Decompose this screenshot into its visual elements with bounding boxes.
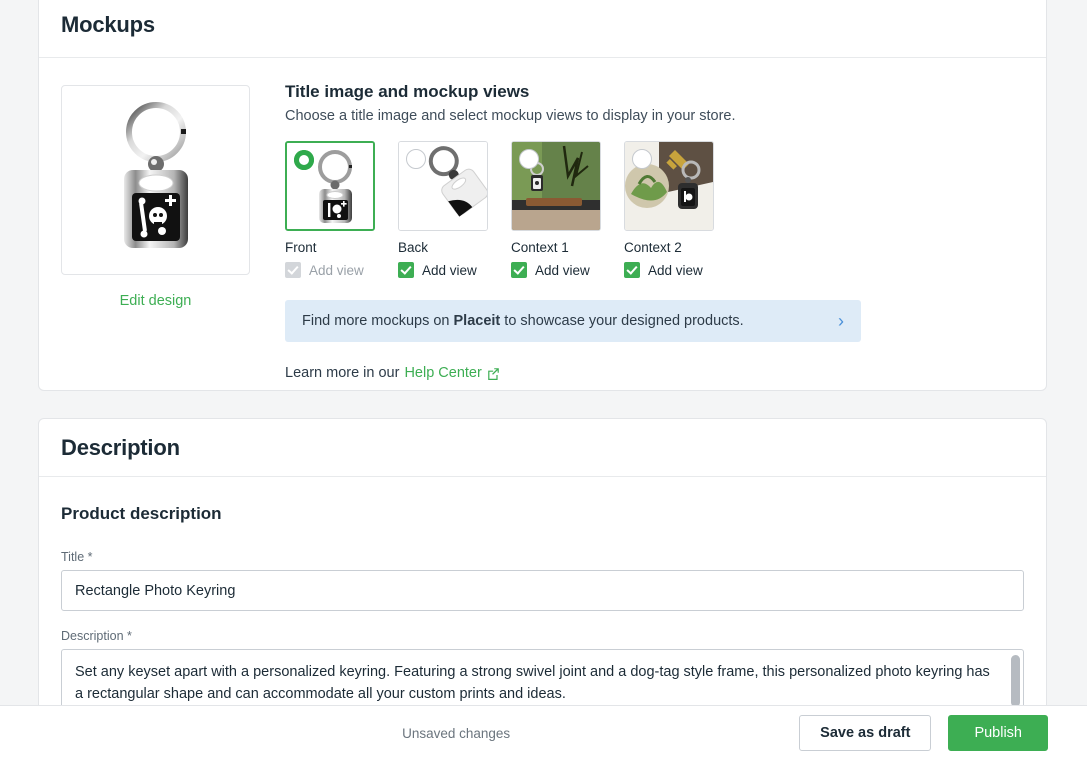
- add-view-checkbox-context-1[interactable]: Add view: [511, 262, 603, 278]
- mockup-views-column: Title image and mockup views Choose a ti…: [250, 80, 1024, 381]
- unsaved-changes-status: Unsaved changes: [402, 725, 511, 741]
- mockup-thumbnail-back-label: Back: [398, 240, 429, 255]
- placeit-brand-name: Placeit: [453, 313, 501, 329]
- description-scrollbar-thumb[interactable]: [1011, 655, 1020, 707]
- add-view-label-back: Add view: [422, 262, 477, 278]
- checkbox-icon-context-2[interactable]: [624, 262, 640, 278]
- design-preview-column: Edit design: [61, 80, 250, 381]
- title-image-radio-context-2[interactable]: [632, 149, 652, 169]
- add-view-checkbox-context-2[interactable]: Add view: [624, 262, 716, 278]
- mockup-thumbnail-front: Front Add view: [285, 141, 377, 278]
- mockup-thumbnail-context-1-image[interactable]: [511, 141, 601, 231]
- chevron-right-icon[interactable]: ›: [838, 312, 844, 330]
- help-center-link[interactable]: Help Center: [404, 365, 481, 381]
- product-editor-page: Mockups Edit design Title image and mock…: [0, 0, 1087, 760]
- placeit-banner-text-before: Find more mockups on: [302, 313, 454, 329]
- mockup-thumbnail-back-image[interactable]: [398, 141, 488, 231]
- product-description-heading: Product description: [61, 504, 222, 523]
- mockup-thumbnail-context-2: Context 2 Add view: [624, 141, 716, 278]
- mockup-thumbnail-context-2-label: Context 2: [624, 240, 682, 255]
- action-footer-bar: Unsaved changes Save as draft Publish: [0, 705, 1087, 760]
- title-image-radio-back[interactable]: [406, 149, 426, 169]
- description-field-label: Description *: [61, 629, 132, 643]
- edit-design-link[interactable]: Edit design: [61, 293, 250, 309]
- title-input[interactable]: [61, 570, 1024, 611]
- mockups-card-header: Mockups: [39, 0, 1046, 58]
- publish-button[interactable]: Publish: [948, 715, 1048, 751]
- external-link-icon[interactable]: [487, 367, 500, 380]
- mockup-thumbnail-back: Back Add view: [398, 141, 490, 278]
- description-card-header: Description: [39, 419, 1046, 477]
- checkbox-icon-context-1[interactable]: [511, 262, 527, 278]
- mockup-views-heading: Title image and mockup views: [285, 82, 530, 101]
- add-view-label-context-2: Add view: [648, 262, 703, 278]
- title-image-radio-front[interactable]: [294, 150, 314, 170]
- keyring-design-image: [123, 101, 188, 248]
- mockup-thumbnail-list: Front Add view Back Add view Context 1 A…: [285, 141, 1024, 278]
- title-image-radio-context-1[interactable]: [519, 149, 539, 169]
- checkbox-icon-front: [285, 262, 301, 278]
- page-title: Mockups: [61, 11, 155, 37]
- placeit-banner[interactable]: Find more mockups on Placeit to showcase…: [285, 300, 861, 342]
- mockup-thumbnail-front-image[interactable]: [285, 141, 375, 231]
- mockups-card-body: Edit design Title image and mockup views…: [39, 58, 1046, 403]
- mockups-card: Mockups Edit design Title image and mock…: [38, 0, 1047, 391]
- checkbox-icon-back[interactable]: [398, 262, 414, 278]
- mockup-thumbnail-context-1: Context 1 Add view: [511, 141, 603, 278]
- placeit-banner-text-after: to showcase your designed products.: [500, 313, 744, 329]
- mockup-thumbnail-context-1-label: Context 1: [511, 240, 569, 255]
- design-preview-frame[interactable]: [61, 85, 250, 275]
- mockup-thumbnail-context-2-image[interactable]: [624, 141, 714, 231]
- add-view-checkbox-front: Add view: [285, 262, 377, 278]
- placeit-banner-text: Find more mockups on Placeit to showcase…: [302, 313, 838, 329]
- title-field-group: Title *: [61, 550, 1024, 611]
- add-view-label-context-1: Add view: [535, 262, 590, 278]
- title-field-label: Title *: [61, 550, 93, 564]
- mockup-thumbnail-front-label: Front: [285, 240, 317, 255]
- mockup-views-subtitle: Choose a title image and select mockup v…: [285, 108, 736, 124]
- learn-more-prefix: Learn more in our: [285, 365, 400, 381]
- add-view-label-front: Add view: [309, 262, 364, 278]
- save-as-draft-button[interactable]: Save as draft: [799, 715, 932, 751]
- description-card: Description Product description Title * …: [38, 418, 1047, 748]
- learn-more-row: Learn more in our Help Center: [285, 365, 1024, 381]
- description-section-title: Description: [61, 434, 180, 460]
- add-view-checkbox-back[interactable]: Add view: [398, 262, 490, 278]
